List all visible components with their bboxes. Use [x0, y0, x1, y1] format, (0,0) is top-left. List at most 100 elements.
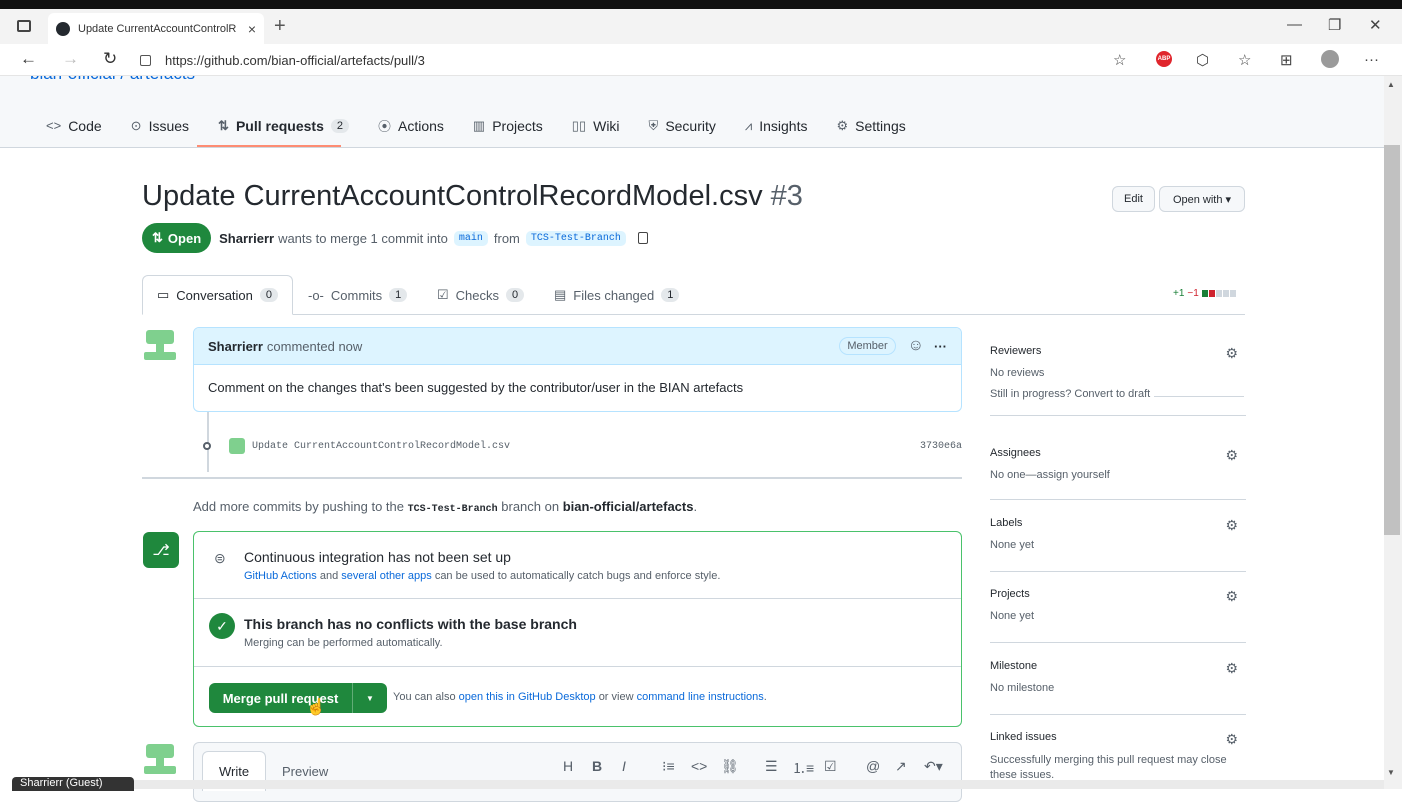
member-badge: Member: [839, 337, 896, 355]
edit-button[interactable]: Edit: [1112, 186, 1155, 212]
repo-title[interactable]: bian-official / artefacts: [30, 76, 195, 84]
url-field[interactable]: https://github.com/bian-official/artefac…: [140, 47, 1140, 73]
smiley-icon[interactable]: ☺: [908, 337, 924, 355]
forward-button[interactable]: →: [62, 49, 79, 69]
head-branch[interactable]: TCS-Test-Branch: [525, 230, 626, 246]
ci-section: ⊜ Continuous integration has not been se…: [194, 532, 961, 599]
comment-meta[interactable]: commented now: [267, 339, 362, 354]
github-actions-link[interactable]: GitHub Actions: [244, 570, 317, 582]
merge-dropdown-icon[interactable]: ▼: [352, 683, 387, 713]
sidebar-heading[interactable]: Labels: [990, 517, 1246, 529]
sidebar-assignees: Assignees ⚙ No one—assign yourself: [990, 447, 1246, 500]
ci-and: and: [319, 570, 339, 582]
numbered-list-icon[interactable]: ⒈≡: [792, 758, 814, 778]
adblock-icon[interactable]: ABP: [1156, 51, 1172, 67]
conflict-title: This branch has no conflicts with the ba…: [244, 616, 577, 632]
diff-square: [1229, 290, 1236, 297]
sidebar-heading[interactable]: Assignees: [990, 447, 1246, 459]
tab-checks[interactable]: ☑ Checks 0: [437, 275, 525, 315]
gear-icon[interactable]: ⚙: [1225, 660, 1238, 677]
scroll-down-icon[interactable]: ▼: [1387, 768, 1395, 777]
other-apps-link[interactable]: several other apps: [341, 570, 432, 582]
new-tab-button[interactable]: +: [274, 15, 286, 38]
collections-icon[interactable]: ⊞: [1280, 51, 1293, 69]
quote-icon[interactable]: ⁝≡: [662, 758, 675, 775]
push-note-repo[interactable]: bian-official/artefacts: [563, 499, 694, 514]
browser-tab[interactable]: Update CurrentAccountControlR ×: [48, 13, 264, 44]
sidebar-heading[interactable]: Linked issues: [990, 731, 1246, 743]
gear-icon[interactable]: ⚙: [1225, 517, 1238, 534]
tab-commits[interactable]: -o- Commits 1: [308, 275, 408, 315]
settings-more-icon[interactable]: ···: [1364, 51, 1379, 68]
extension-icon[interactable]: ⬡: [1196, 51, 1209, 69]
repo-nav-security[interactable]: ⛨ Security: [649, 116, 716, 135]
open-with-button[interactable]: Open with ▾: [1159, 186, 1245, 212]
sidebar-heading[interactable]: Milestone: [990, 660, 1246, 672]
reference-icon[interactable]: ↗: [895, 758, 907, 775]
close-window-button[interactable]: ✕: [1369, 16, 1382, 34]
tab-conversation[interactable]: ▭ Conversation 0: [142, 275, 294, 315]
bullet-list-icon[interactable]: ☰: [765, 758, 778, 775]
favorites-icon[interactable]: ☆: [1238, 51, 1251, 69]
gear-icon[interactable]: ⚙: [1225, 588, 1238, 605]
gear-icon[interactable]: ⚙: [1225, 447, 1238, 464]
sidebar-heading[interactable]: Projects: [990, 588, 1246, 600]
window-menu-icon[interactable]: [17, 20, 31, 32]
merge-pull-request-button[interactable]: Merge pull request ▼: [209, 683, 387, 713]
sidebar-value: Successfully merging this pull request m…: [990, 754, 1227, 781]
sidebar-labels: Labels ⚙ None yet: [990, 517, 1246, 572]
code-icon[interactable]: <>: [691, 758, 707, 774]
sidebar-heading[interactable]: Reviewers: [990, 345, 1246, 357]
repo-nav-wiki[interactable]: ▯▯ Wiki: [572, 116, 620, 135]
sidebar-value[interactable]: No one—assign yourself: [990, 469, 1246, 481]
read-aloud-icon[interactable]: ☆: [1113, 51, 1126, 69]
comment-composer: Write Preview H B I ⁝≡ <> ⛓ ☰ ⒈≡ ☑ @ ↗ ↶…: [193, 742, 962, 802]
ci-text: Continuous integration has not been set …: [244, 549, 720, 582]
repo-nav-settings[interactable]: ⚙ Settings: [836, 116, 905, 135]
sidebar-linked-issues: Linked issues ⚙ Successfully merging thi…: [990, 731, 1246, 801]
reply-icon[interactable]: ↶▾: [924, 758, 943, 775]
scroll-up-icon[interactable]: ▲: [1387, 80, 1395, 89]
link-icon[interactable]: ⛓: [721, 758, 739, 775]
convert-to-draft[interactable]: Still in progress? Convert to draft: [990, 388, 1246, 400]
maximize-button[interactable]: ❐: [1328, 16, 1341, 34]
profile-avatar[interactable]: [1321, 50, 1339, 68]
commit-avatar[interactable]: [229, 438, 245, 454]
scrollbar-thumb[interactable]: [1384, 145, 1400, 535]
heading-icon[interactable]: H: [563, 758, 573, 774]
repo-nav-code[interactable]: <> Code: [46, 116, 102, 135]
back-button[interactable]: ←: [20, 49, 37, 69]
gear-icon[interactable]: ⚙: [1225, 345, 1238, 362]
avatar[interactable]: [143, 328, 177, 362]
kebab-menu-icon[interactable]: ···: [934, 339, 947, 354]
pr-count-badge: 2: [330, 118, 349, 133]
tab-files-changed[interactable]: ▤ Files changed 1: [554, 275, 680, 315]
repo-nav-projects[interactable]: ▥ Projects: [473, 116, 543, 135]
mention-icon[interactable]: @: [866, 758, 880, 774]
command-line-link[interactable]: command line instructions: [637, 691, 764, 703]
convert-draft-text[interactable]: Still in progress? Convert to draft: [990, 388, 1150, 400]
bold-icon[interactable]: B: [592, 758, 602, 774]
repo-nav-insights[interactable]: ⩘ Insights: [745, 116, 808, 135]
minimize-button[interactable]: —: [1287, 16, 1302, 33]
pr-title-text: Update CurrentAccountControlRecordModel.…: [142, 180, 763, 212]
refresh-button[interactable]: ↻: [103, 49, 117, 69]
github-desktop-link[interactable]: open this in GitHub Desktop: [459, 691, 596, 703]
copy-icon[interactable]: [637, 232, 648, 244]
base-branch[interactable]: main: [453, 230, 488, 246]
merge-text: wants to merge 1 commit into: [278, 230, 448, 246]
comment-author[interactable]: Sharrierr: [208, 339, 263, 354]
task-list-icon[interactable]: ☑: [824, 758, 837, 775]
commit-sha[interactable]: 3730e6a: [920, 441, 962, 452]
italic-icon[interactable]: I: [622, 758, 626, 774]
gear-icon[interactable]: ⚙: [1225, 731, 1238, 748]
diff-square: [1215, 290, 1222, 297]
commit-message[interactable]: Update CurrentAccountControlRecordModel.…: [252, 441, 510, 452]
tab-close-icon[interactable]: ×: [248, 21, 256, 37]
pr-author[interactable]: Sharrierr: [219, 231, 274, 246]
commit-dot-icon: [203, 442, 211, 450]
avatar[interactable]: [143, 742, 177, 776]
repo-nav-actions[interactable]: ⦿ Actions: [378, 116, 444, 135]
repo-nav-pull-requests[interactable]: ⇅ Pull requests 2: [218, 116, 349, 135]
repo-nav-issues[interactable]: ⊙ Issues: [131, 116, 189, 135]
